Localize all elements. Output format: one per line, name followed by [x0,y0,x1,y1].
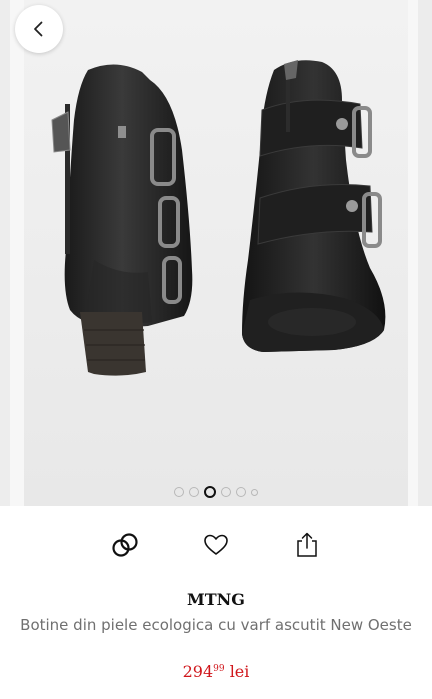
product-title: Botine din piele ecologica cu varf ascut… [20,616,412,634]
share-icon [297,532,317,557]
product-actions [0,528,432,562]
boots-illustration [24,0,408,506]
price-currency: lei [229,662,250,681]
product-image[interactable] [24,0,408,506]
share-button[interactable] [292,530,322,560]
price-integer: 294 [182,662,214,681]
favorite-button[interactable] [201,530,231,560]
chevron-left-icon [34,21,43,37]
previous-image-peek [0,0,10,506]
pagination-dot[interactable] [236,487,246,497]
pagination-dot[interactable] [189,487,199,497]
pagination-dot-active[interactable] [204,486,216,498]
pagination-dot[interactable] [221,487,231,497]
link-rings-icon [112,533,138,557]
pagination-dot[interactable] [174,487,184,497]
product-image-gallery[interactable] [0,0,432,506]
gallery-pagination [0,486,432,498]
heart-icon [204,534,228,555]
next-image-peek [418,0,432,506]
product-brand[interactable]: MTNG [0,590,432,609]
pagination-dot[interactable] [251,488,258,496]
product-price: 29499 lei [0,662,432,681]
price-decimals: 99 [213,664,225,674]
back-button[interactable] [15,5,63,53]
compare-button[interactable] [110,530,140,560]
